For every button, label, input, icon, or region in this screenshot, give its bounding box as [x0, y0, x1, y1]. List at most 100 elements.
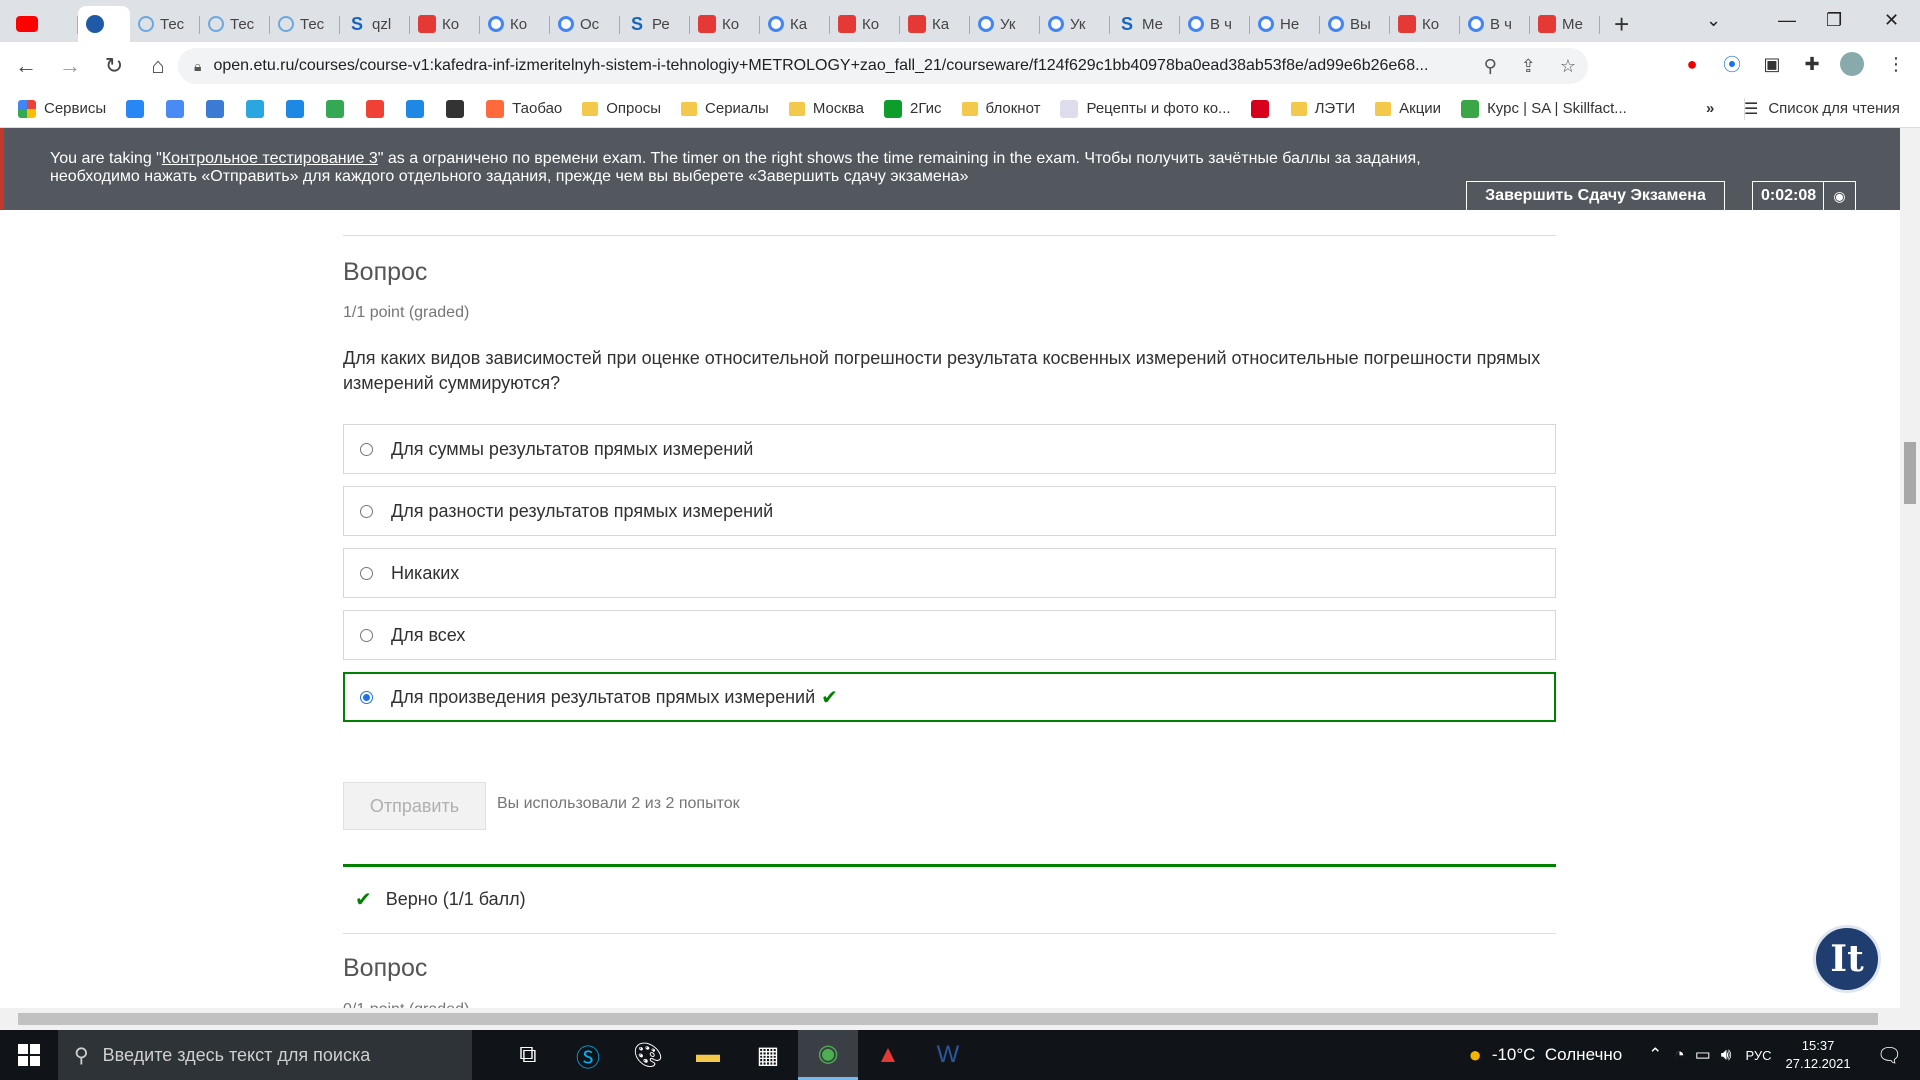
bookmark-item[interactable]	[166, 99, 192, 118]
puzzle-icon[interactable]: ✚	[1800, 52, 1824, 76]
reading-list-button[interactable]: ☰ Список для чтения	[1744, 99, 1900, 119]
bookmarks-overflow-button[interactable]: »	[1706, 100, 1714, 117]
browser-tab[interactable]: Не	[1250, 6, 1320, 42]
calculator-icon[interactable]: ▦	[738, 1030, 798, 1080]
bookmark-item[interactable]	[406, 99, 432, 118]
radio-button[interactable]	[360, 504, 373, 518]
radio-button[interactable]	[360, 628, 373, 642]
star-icon[interactable]: ☆	[1560, 56, 1576, 77]
browser-tab[interactable]: Ко	[480, 6, 550, 42]
home-icon[interactable]: ⌂	[140, 48, 176, 84]
horizontal-scroll-thumb[interactable]	[18, 1013, 1878, 1025]
bookmark-item[interactable]: Москва	[788, 100, 864, 117]
windows-start-icon[interactable]	[0, 1030, 58, 1080]
task-view-icon[interactable]: ⧉	[498, 1030, 558, 1080]
browser-tab[interactable]: Ме	[1530, 6, 1600, 42]
bookmark-item[interactable]: Сериалы	[681, 100, 769, 117]
browser-tab[interactable]	[78, 6, 130, 42]
browser-tab[interactable]: Тес	[200, 6, 270, 42]
bookmark-item[interactable]: Опросы	[582, 100, 661, 117]
answer-option[interactable]: Для разности результатов прямых измерени…	[343, 486, 1556, 536]
minimize-icon[interactable]: —	[1778, 0, 1796, 40]
chrome-icon[interactable]: ◉	[798, 1030, 858, 1080]
maximize-icon[interactable]: ❐	[1826, 0, 1842, 40]
battery-icon[interactable]: ▭	[1695, 1045, 1711, 1065]
bookmark-item[interactable]: Акции	[1375, 100, 1441, 117]
browser-tab[interactable]: В ч	[1460, 6, 1530, 42]
wifi-extension-icon[interactable]: ⦿	[1720, 52, 1744, 76]
browser-tab[interactable]: Вы	[1320, 6, 1390, 42]
bookmark-item[interactable]: блокнот	[961, 100, 1040, 117]
browser-tab[interactable]: Тес	[130, 6, 200, 42]
bookmark-item[interactable]	[1250, 99, 1277, 118]
exam-link[interactable]: Контрольное тестирование 3	[162, 150, 378, 167]
hide-timer-icon[interactable]: ◉	[1823, 182, 1855, 210]
browser-tab[interactable]: Ко	[690, 6, 760, 42]
address-bar[interactable]: 🔒︎ open.etu.ru/courses/course-v1:kafedra…	[178, 48, 1588, 84]
bookmark-item[interactable]: 2Гис	[884, 99, 942, 118]
weather-text[interactable]: -10°C Солнечно	[1492, 1045, 1622, 1065]
skype-icon[interactable]: Ⓢ	[558, 1030, 618, 1080]
radio-button[interactable]	[360, 566, 373, 580]
radio-button[interactable]	[360, 690, 373, 704]
bookmark-item[interactable]	[326, 99, 352, 118]
new-tab-button[interactable]: +	[1614, 6, 1629, 42]
volume-icon[interactable]: 🔊︎	[1721, 1045, 1732, 1065]
chevron-up-icon[interactable]: ⌃	[1648, 1045, 1662, 1065]
back-icon[interactable]: ←	[8, 48, 44, 84]
word-icon[interactable]: W	[918, 1030, 978, 1080]
menu-icon[interactable]: ⋮	[1884, 52, 1908, 76]
opera-icon[interactable]: ●	[1680, 52, 1704, 76]
url-text[interactable]: open.etu.ru/courses/course-v1:kafedra-in…	[213, 57, 1553, 75]
browser-tab[interactable]: Ка	[760, 6, 830, 42]
vertical-scrollbar[interactable]	[1900, 128, 1920, 1008]
bookmark-item[interactable]: Рецепты и фото ко...	[1060, 99, 1231, 118]
answer-option[interactable]: Для произведения результатов прямых изме…	[343, 672, 1556, 722]
browser-tab[interactable]: Тес	[270, 6, 340, 42]
radio-button[interactable]	[360, 442, 373, 456]
close-window-icon[interactable]: ✕	[1884, 0, 1899, 40]
bookmark-item[interactable]	[206, 99, 232, 118]
bookmark-item[interactable]	[246, 99, 272, 118]
zoom-icon[interactable]: ⚲	[1484, 56, 1497, 77]
bookmark-item[interactable]	[446, 99, 472, 118]
paint-icon[interactable]: 🎨︎	[618, 1030, 678, 1080]
bookmark-item[interactable]	[286, 99, 312, 118]
it-logo-button[interactable]: It	[1813, 925, 1881, 993]
browser-tab[interactable]: Ук	[970, 6, 1040, 42]
browser-tab[interactable]: Ко	[410, 6, 480, 42]
bookmark-item[interactable]: ЛЭТИ	[1290, 100, 1355, 117]
horizontal-scrollbar[interactable]	[0, 1008, 1920, 1030]
browser-tab[interactable]: В ч	[1180, 6, 1250, 42]
network-icon[interactable]: ◔	[1674, 1045, 1684, 1065]
browser-tab[interactable]: S Ре	[620, 6, 690, 42]
answer-option[interactable]: Никаких	[343, 548, 1556, 598]
share-icon[interactable]: ⇪	[1521, 56, 1536, 77]
taskbar-search[interactable]: ⚲ Введите здесь текст для поиска	[58, 1030, 472, 1080]
bookmark-item[interactable]: Сервисы	[18, 99, 106, 118]
notifications-icon[interactable]: 🗨︎	[1877, 1043, 1902, 1068]
vertical-scroll-thumb[interactable]	[1904, 442, 1916, 504]
answer-option[interactable]: Для суммы результатов прямых измерений	[343, 424, 1556, 474]
browser-tab[interactable]: Ко	[1390, 6, 1460, 42]
forward-icon[interactable]: →	[52, 48, 88, 84]
tab-search-icon[interactable]: ⌄	[1706, 0, 1721, 40]
bookmark-item[interactable]: Курс | SA | Skillfact...	[1461, 99, 1627, 118]
browser-tab[interactable]: S Ме	[1110, 6, 1180, 42]
browser-tab[interactable]: Ук	[1040, 6, 1110, 42]
browser-tab[interactable]: Ка	[900, 6, 970, 42]
acrobat-icon[interactable]: ▲	[858, 1030, 918, 1080]
clock[interactable]: 15:37 27.12.2021	[1786, 1037, 1851, 1073]
browser-tab[interactable]: Ос	[550, 6, 620, 42]
cube-extension-icon[interactable]: ▣	[1760, 52, 1784, 76]
bookmark-item[interactable]	[366, 99, 392, 118]
browser-tab[interactable]	[8, 6, 78, 42]
file-explorer-icon[interactable]: ▬	[678, 1030, 738, 1080]
browser-tab[interactable]: Sqzl	[340, 6, 410, 42]
reload-icon[interactable]: ↻	[96, 48, 132, 84]
bookmark-item[interactable]: Таобао	[486, 99, 562, 118]
bookmark-item[interactable]	[126, 99, 152, 118]
finish-exam-button[interactable]: Завершить Сдачу Экзамена	[1466, 181, 1725, 210]
avatar[interactable]	[1840, 52, 1864, 76]
browser-tab[interactable]: Ко	[830, 6, 900, 42]
